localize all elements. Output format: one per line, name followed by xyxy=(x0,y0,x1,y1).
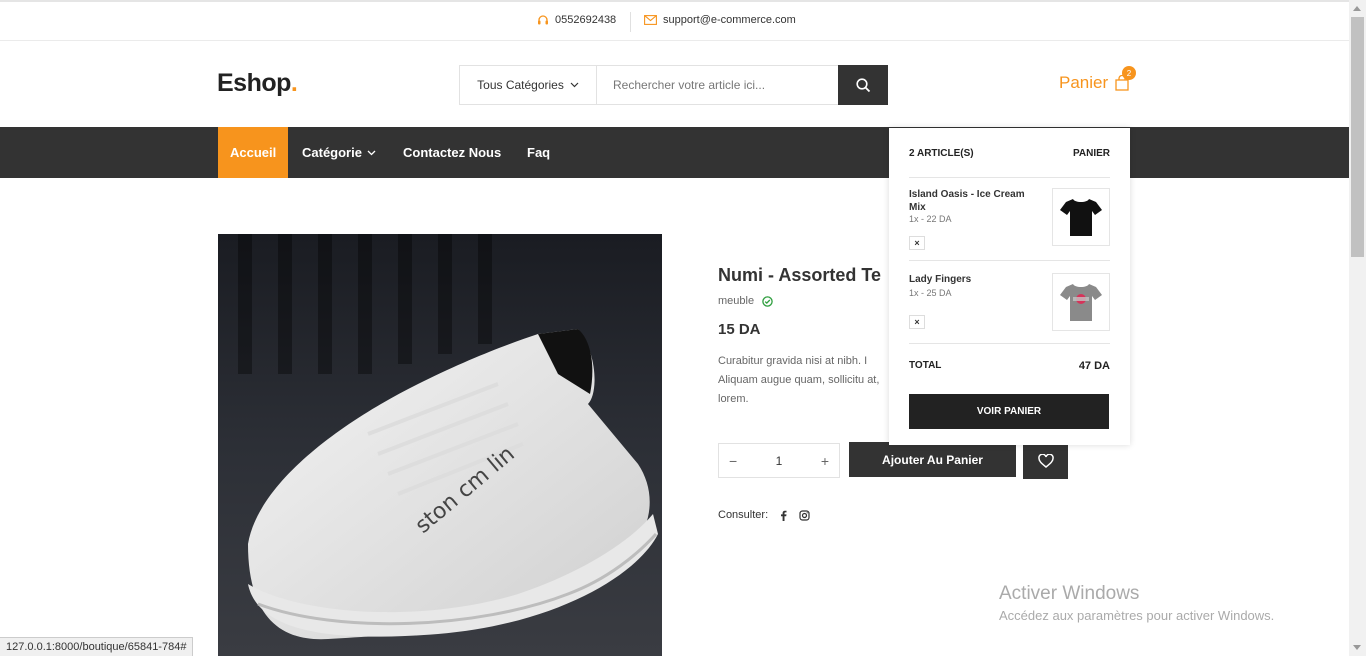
nav-item-label: Contactez Nous xyxy=(403,145,502,160)
headset-icon xyxy=(538,15,548,25)
category-select[interactable]: Tous Catégories xyxy=(460,66,597,104)
cart-item: Island Oasis - Ice Cream Mix 1x - 22 DA … xyxy=(909,178,1110,261)
product-image[interactable]: ston cm lin xyxy=(218,234,662,656)
sneaker-photo: ston cm lin xyxy=(218,234,662,656)
watermark-title: Activer Windows xyxy=(999,583,1140,604)
status-url: 127.0.0.1:8000/boutique/65841-784# xyxy=(0,637,194,656)
logo-text: Eshop xyxy=(217,69,291,97)
heart-icon xyxy=(1037,453,1054,468)
phone-number[interactable]: 0552692438 xyxy=(555,14,616,26)
top-info-bar: 0552692438 support@e-commerce.com xyxy=(0,0,1349,41)
cart-item-qty: 1x - 22 DA xyxy=(909,214,952,224)
product-description: Curabitur gravida nisi at nibh. I Aliqua… xyxy=(718,355,880,405)
nav-item-label: Catégorie xyxy=(302,145,362,160)
search-input[interactable] xyxy=(597,66,838,104)
minus-icon[interactable]: − xyxy=(729,453,737,469)
envelope-icon xyxy=(644,15,657,25)
divider xyxy=(630,12,631,32)
cart-item-thumbnail[interactable] xyxy=(1052,188,1110,246)
product-title: Numi - Assorted Te xyxy=(718,265,882,285)
cart-item-name[interactable]: Island Oasis - Ice Cream Mix xyxy=(909,188,1044,214)
cart-item-count: 2 ARTICLE(S) xyxy=(909,148,974,159)
view-cart-button[interactable]: VOIR PANIER xyxy=(909,394,1109,429)
nav-item-faq[interactable]: Faq xyxy=(527,127,550,178)
check-circle-icon xyxy=(762,295,773,307)
product-price: 15 DA xyxy=(718,321,761,338)
category-select-label: Tous Catégories xyxy=(477,78,564,92)
search-bar: Tous Catégories xyxy=(459,65,888,105)
site-header: Eshop. Tous Catégories Panier 2 xyxy=(0,41,1349,127)
cart-item-name[interactable]: Lady Fingers xyxy=(909,273,1044,286)
page-scrollbar[interactable] xyxy=(1349,0,1366,656)
nav-item-contact[interactable]: Contactez Nous xyxy=(403,127,501,178)
remove-item-button[interactable]: × xyxy=(909,315,925,329)
email-info: support@e-commerce.com xyxy=(644,14,796,26)
nav-item-label: Accueil xyxy=(230,145,277,160)
cart-total: TOTAL 47 DA xyxy=(909,344,1110,372)
watermark-subtitle: Accédez aux paramètres pour activer Wind… xyxy=(999,608,1275,623)
cart-dropdown-header: 2 ARTICLE(S) PANIER xyxy=(909,128,1110,178)
instagram-icon[interactable] xyxy=(799,509,810,521)
search-icon xyxy=(855,77,870,92)
remove-item-button[interactable]: × xyxy=(909,236,925,250)
phone-info: 0552692438 xyxy=(537,14,616,26)
main-nav: Accueil Catégorie Contactez Nous Faq xyxy=(0,127,1349,178)
cart-page-link[interactable]: PANIER xyxy=(1073,148,1110,159)
chevron-down-icon xyxy=(570,82,579,88)
plus-icon[interactable]: + xyxy=(821,453,829,469)
share-label: Consulter: xyxy=(718,509,769,521)
cart-count-badge: 2 xyxy=(1122,66,1136,80)
quantity-value[interactable]: 1 xyxy=(776,454,783,468)
search-button[interactable] xyxy=(838,65,888,105)
cart-total-label: TOTAL xyxy=(909,360,942,371)
cart-link[interactable]: Panier 2 xyxy=(1059,66,1136,93)
share-row: Consulter: xyxy=(718,509,810,521)
product-category-label[interactable]: meuble xyxy=(718,295,754,307)
cart-total-value: 47 DA xyxy=(1078,360,1110,372)
cart-label: Panier xyxy=(1059,73,1109,92)
add-to-cart-button[interactable]: Ajouter Au Panier xyxy=(849,442,1016,477)
scrollbar-thumb[interactable] xyxy=(1351,17,1364,257)
facebook-icon[interactable] xyxy=(780,510,787,521)
cart-item-qty: 1x - 25 DA xyxy=(909,288,952,298)
black-tshirt-image xyxy=(1060,199,1102,236)
windows-activation-watermark: Activer Windows Accédez aux paramètres p… xyxy=(999,583,1274,623)
chevron-down-icon xyxy=(367,150,376,155)
nav-item-label: Faq xyxy=(527,145,551,160)
nav-item-accueil[interactable]: Accueil xyxy=(218,127,289,178)
logo[interactable]: Eshop. xyxy=(217,69,298,98)
quantity-stepper: − 1 + xyxy=(718,443,840,478)
grey-tshirt-image xyxy=(1060,284,1102,321)
nav-item-categorie[interactable]: Catégorie xyxy=(302,127,376,178)
cart-dropdown: 2 ARTICLE(S) PANIER Island Oasis - Ice C… xyxy=(889,128,1130,445)
logo-dot: . xyxy=(290,69,298,97)
cart-item-thumbnail[interactable] xyxy=(1052,273,1110,331)
wishlist-button[interactable] xyxy=(1023,442,1068,479)
email-address[interactable]: support@e-commerce.com xyxy=(663,14,796,26)
scroll-up-icon[interactable] xyxy=(1353,6,1361,11)
cart-item: Lady Fingers 1x - 25 DA × xyxy=(909,261,1110,344)
product-category: meuble xyxy=(718,295,773,307)
scroll-down-icon[interactable] xyxy=(1353,645,1361,650)
